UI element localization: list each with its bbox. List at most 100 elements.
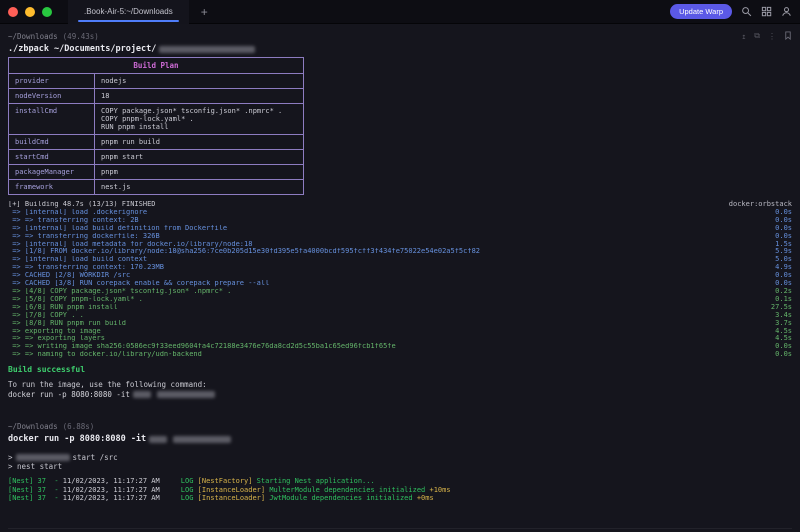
docker-line-text: => exporting to image: [8, 328, 767, 336]
bookmark-icon[interactable]: [784, 31, 792, 42]
build-plan-key: provider: [9, 74, 95, 88]
run-hint-command-text: docker run -p 8080:8080 -it: [8, 389, 130, 400]
grid-icon[interactable]: [761, 6, 772, 17]
prompt-char: >: [8, 453, 13, 462]
docker-run-command-line[interactable]: docker run -p 8080:8080 -it: [8, 434, 792, 444]
nest-start-line: > nest start: [8, 462, 792, 471]
docker-line: => [4/8] COPY package.json* tsconfig.jso…: [8, 288, 792, 296]
command-block-header: ~/Downloads (6.88s): [8, 420, 792, 432]
redacted-text: [173, 436, 231, 443]
docker-output: [+] Building 48.7s (13/13) FINISHEDdocke…: [8, 201, 792, 359]
command-block-header: ~/Downloads (49.43s) ↥ ⧉ ⋮: [8, 30, 792, 42]
user-icon[interactable]: [781, 6, 792, 17]
docker-line-text: => [internal] load .dockerignore: [8, 209, 767, 217]
build-plan-body: providernodejsnodeVersion18installCmdCOP…: [9, 74, 303, 194]
docker-line: => [6/8] RUN pnpm install27.5s: [8, 304, 792, 312]
build-plan-row: nodeVersion18: [9, 89, 303, 104]
docker-line: => exporting to image4.5s: [8, 328, 792, 336]
build-plan-key: buildCmd: [9, 135, 95, 149]
run-hint-command: docker run -p 8080:8080 -it: [8, 389, 792, 400]
log-context: [InstanceLoader]: [198, 486, 265, 494]
build-plan-value: COPY package.json* tsconfig.json* .npmrc…: [95, 104, 303, 134]
docker-line: => [7/8] COPY . .3.4s: [8, 312, 792, 320]
docker-line-time: 0.0s: [775, 351, 792, 359]
nest-logs: [Nest] 37 - 11/02/2023, 11:17:27 AM LOG …: [8, 477, 792, 502]
nest-log-line: [Nest] 37 - 11/02/2023, 11:17:27 AM LOG …: [8, 477, 792, 485]
log-context: [NestFactory]: [198, 477, 253, 485]
build-plan-value: pnpm start: [95, 150, 303, 164]
docker-line-text: => CACHED [3/8] RUN corepack enable && c…: [8, 280, 767, 288]
build-plan-table: Build Plan providernodejsnodeVersion18in…: [8, 57, 304, 195]
docker-line-text: => [1/8] FROM docker.io/library/node:18@…: [8, 248, 767, 256]
close-window-button[interactable]: [8, 7, 18, 17]
titlebar-actions: Update Warp: [670, 4, 792, 19]
docker-line: => [internal] load build definition from…: [8, 225, 792, 233]
titlebar: .Book-Air-5:~/Downloads + Update Warp: [0, 0, 800, 24]
copy-icon[interactable]: ⧉: [754, 31, 760, 41]
run-hint-label: To run the image, use the following comm…: [8, 380, 792, 389]
docker-line: [+] Building 48.7s (13/13) FINISHEDdocke…: [8, 201, 792, 209]
share-icon[interactable]: ↥: [741, 32, 746, 41]
log-delta: +0ms: [413, 494, 434, 502]
window-controls: [8, 7, 52, 17]
minimize-window-button[interactable]: [25, 7, 35, 17]
new-tab-button[interactable]: +: [201, 6, 208, 18]
npm-script-line: >start /src: [8, 453, 792, 462]
docker-line-text: => [8/8] RUN pnpm run build: [8, 320, 767, 328]
redacted-text: [133, 391, 151, 398]
build-plan-value: nodejs: [95, 74, 303, 88]
current-prompt-block[interactable]: ~/Downloads: [8, 528, 792, 532]
block-path: ~/Downloads: [8, 422, 58, 431]
nest-log-line: [Nest] 37 - 11/02/2023, 11:17:27 AM LOG …: [8, 486, 792, 494]
docker-line-text: => [6/8] RUN pnpm install: [8, 304, 763, 312]
docker-line: => CACHED [2/8] WORKDIR /src0.0s: [8, 272, 792, 280]
docker-line-text: => => writing image sha256:0586ec9f33eed…: [8, 343, 767, 351]
build-plan-key: installCmd: [9, 104, 95, 134]
docker-line-text: => => transferring context: 170.23MB: [8, 264, 767, 272]
log-timestamp: 11/02/2023, 11:17:27 AM: [63, 486, 160, 494]
docker-line-text: => => naming to docker.io/library/udn-ba…: [8, 351, 767, 359]
docker-line-text: => => transferring context: 2B: [8, 217, 767, 225]
command-block-2: ~/Downloads (6.88s) docker run -p 8080:8…: [8, 420, 792, 502]
terminal-content: ~/Downloads (49.43s) ↥ ⧉ ⋮ ./zbpack ~/Do…: [0, 24, 800, 532]
terminal-tab[interactable]: .Book-Air-5:~/Downloads: [68, 0, 189, 24]
build-plan-key: startCmd: [9, 150, 95, 164]
docker-line-text: => CACHED [2/8] WORKDIR /src: [8, 272, 767, 280]
build-plan-row: packageManagerpnpm: [9, 165, 303, 180]
log-delta: +10ms: [425, 486, 450, 494]
build-plan-value: 18: [95, 89, 303, 103]
build-result: Build successful: [8, 365, 792, 374]
docker-line-text: => [internal] load build definition from…: [8, 225, 767, 233]
log-timestamp: 11/02/2023, 11:17:27 AM: [63, 494, 160, 502]
docker-line: => [internal] load metadata for docker.i…: [8, 241, 792, 249]
build-plan-value: nest.js: [95, 180, 303, 194]
docker-line: => => transferring context: 170.23MB4.9s: [8, 264, 792, 272]
log-message: MulterModule dependencies initialized: [265, 486, 425, 494]
zoom-window-button[interactable]: [42, 7, 52, 17]
docker-line: => CACHED [3/8] RUN corepack enable && c…: [8, 280, 792, 288]
block-duration: (49.43s): [63, 32, 99, 41]
block-path: ~/Downloads: [8, 32, 58, 41]
command-text: docker run -p 8080:8080 -it: [8, 434, 146, 444]
update-warp-button[interactable]: Update Warp: [670, 4, 732, 19]
docker-line-text: => [4/8] COPY package.json* tsconfig.jso…: [8, 288, 767, 296]
log-prefix: [Nest] 37 -: [8, 494, 63, 502]
search-icon[interactable]: [741, 6, 752, 17]
more-icon[interactable]: ⋮: [768, 32, 776, 41]
log-level: LOG: [160, 494, 198, 502]
build-plan-row: buildCmdpnpm run build: [9, 135, 303, 150]
docker-line: => [1/8] FROM docker.io/library/node:18@…: [8, 248, 792, 256]
docker-line: => => transferring dockerfile: 326B0.0s: [8, 233, 792, 241]
build-plan-key: nodeVersion: [9, 89, 95, 103]
zbpack-command-line[interactable]: ./zbpack ~/Documents/project/: [8, 44, 792, 54]
docker-line: => => exporting layers4.5s: [8, 335, 792, 343]
build-plan-row: providernodejs: [9, 74, 303, 89]
docker-line-text: => [internal] load build context: [8, 256, 767, 264]
nest-log-line: [Nest] 37 - 11/02/2023, 11:17:27 AM LOG …: [8, 494, 792, 502]
log-timestamp: 11/02/2023, 11:17:27 AM: [63, 477, 160, 485]
docker-line: => [internal] load .dockerignore0.0s: [8, 209, 792, 217]
redacted-text: [149, 436, 167, 443]
log-prefix: [Nest] 37 -: [8, 486, 63, 494]
build-plan-value: pnpm: [95, 165, 303, 179]
docker-line: => => writing image sha256:0586ec9f33eed…: [8, 343, 792, 351]
